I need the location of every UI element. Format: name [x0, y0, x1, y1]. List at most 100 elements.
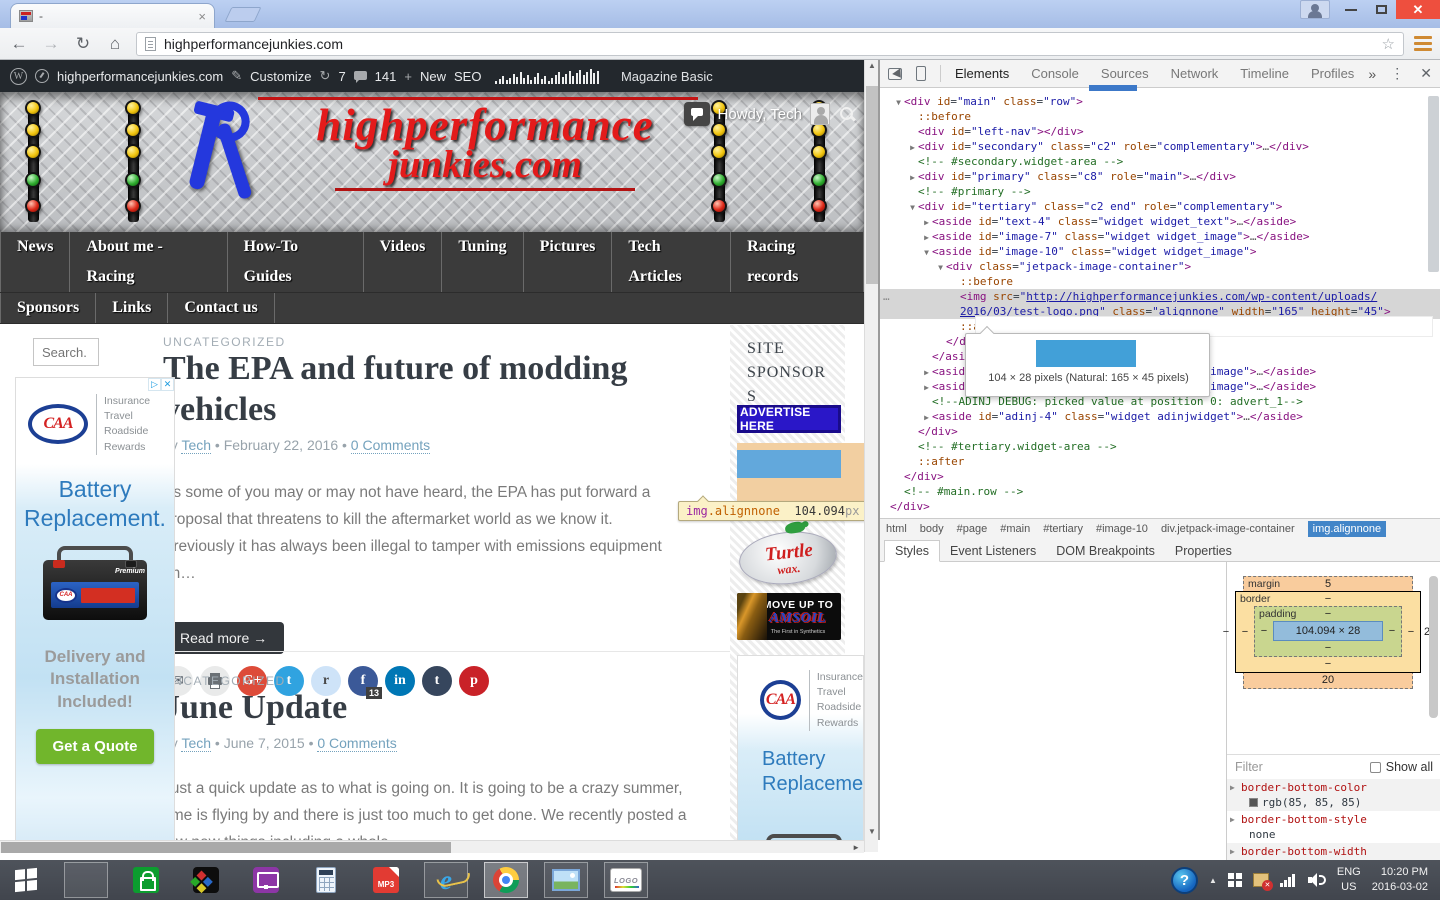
tab-profiles[interactable]: Profiles — [1311, 66, 1354, 81]
devtools-tree-line[interactable]: ▶<div id="secondary" class="c2" role="co… — [880, 139, 1440, 154]
get-a-quote-button[interactable]: Get a Quote — [36, 729, 154, 764]
dashboard-icon[interactable] — [35, 69, 49, 83]
nav-item-about-me-racing[interactable]: About me - Racing — [70, 232, 227, 292]
new-content-link[interactable]: New — [420, 69, 446, 84]
clock[interactable]: 10:20 PM2016-03-02 — [1372, 865, 1428, 895]
border-left-value[interactable]: − — [1239, 626, 1251, 638]
taskbar-cast-button[interactable] — [244, 862, 288, 898]
tab-network[interactable]: Network — [1171, 66, 1219, 81]
taskbar-mp3-button[interactable]: MP3 — [364, 862, 408, 898]
caa-ad-left[interactable]: ▷ ✕ CAA InsuranceTravelRoadsideRewards B… — [15, 377, 175, 840]
taskbar-photos-button[interactable] — [544, 862, 588, 898]
taskbar-logo-button[interactable]: LOGO — [604, 862, 648, 898]
back-button[interactable]: ← — [8, 34, 30, 54]
content-size[interactable]: 104.094 × 28 — [1273, 621, 1383, 641]
scroll-down-icon[interactable]: ▼ — [865, 826, 879, 838]
taskbar-store-button[interactable] — [124, 862, 168, 898]
disclosure-closed-icon[interactable]: ▶ — [921, 230, 932, 245]
caa-ad-right[interactable]: CAA InsuranceTravelRoadsideRewards Batte… — [737, 655, 864, 840]
border-right-value[interactable]: − — [1405, 626, 1417, 638]
close-button[interactable]: ✕ — [1396, 0, 1440, 19]
disclosure-closed-icon[interactable]: ▶ — [1230, 780, 1235, 795]
device-mode-icon[interactable] — [916, 66, 926, 81]
user-avatar[interactable] — [810, 103, 830, 125]
devtools-tree-line[interactable]: </div> — [880, 424, 1440, 439]
disclosure-open-icon[interactable]: ▼ — [921, 245, 932, 260]
scroll-up-icon[interactable]: ▲ — [865, 60, 879, 72]
forward-button[interactable]: → — [40, 34, 62, 54]
post-category[interactable]: UNCATEGORIZED — [163, 674, 715, 688]
nav-item-videos[interactable]: Videos — [364, 232, 443, 292]
wordpress-icon[interactable]: W — [10, 68, 27, 85]
margin-left-value[interactable]: − — [1220, 626, 1232, 638]
devtools-tree-line[interactable]: </div> — [880, 499, 1440, 514]
property-name[interactable]: ▶border-bottom-style — [1227, 812, 1440, 827]
customize-link[interactable]: Customize — [250, 69, 311, 84]
inspect-element-icon[interactable] — [888, 68, 902, 80]
devtools-tree-line[interactable]: <!-- #tertiary.widget-area --> — [880, 439, 1440, 454]
post-title[interactable]: The EPA and future of modding vehicles — [163, 349, 715, 431]
devtools-tree-line[interactable]: ▶<aside id="adinj-4" class="widget adinj… — [880, 409, 1440, 424]
devtools-tree-line[interactable]: <div id="left-nav"></div> — [880, 124, 1440, 139]
devtools-tree-scrollbar-thumb[interactable] — [1428, 96, 1439, 272]
theme-name[interactable]: Magazine Basic — [621, 69, 713, 84]
nav-item-pictures[interactable]: Pictures — [524, 232, 613, 292]
devtools-tree-line[interactable]: ::before — [880, 274, 1440, 289]
taskbar-file-explorer-button[interactable] — [64, 862, 108, 898]
devtools-tree-line[interactable]: ▼<div id="main" class="row"> — [880, 94, 1440, 109]
header-comments-icon[interactable] — [684, 102, 710, 126]
devtools-tree-line[interactable]: </div> — [880, 469, 1440, 484]
devtools-tree-line[interactable]: <!-- #secondary.widget-area --> — [880, 154, 1440, 169]
devtools-tree-line[interactable]: <!-- #main.row --> — [880, 484, 1440, 499]
nav-item-tuning[interactable]: Tuning — [442, 232, 523, 292]
disclosure-closed-icon[interactable]: ▶ — [1230, 812, 1235, 827]
tab-close-icon[interactable]: × — [198, 10, 206, 23]
sidetab-dom-breakpoints[interactable]: DOM Breakpoints — [1046, 541, 1165, 561]
read-more-button[interactable]: Read more → — [163, 622, 284, 654]
disclosure-closed-icon[interactable]: ▶ — [921, 215, 932, 230]
howdy-greeting[interactable]: Howdy, Tech — [718, 106, 803, 123]
comments-count[interactable]: 141 — [375, 69, 397, 84]
property-name[interactable]: ▶border-bottom-color — [1227, 780, 1440, 795]
padding-bottom-value[interactable]: − — [1258, 642, 1398, 654]
devtools-tree-line[interactable]: ▼<div id="tertiary" class="c2 end" role=… — [880, 199, 1440, 214]
computed-property[interactable]: ▶border-bottom-colorrgb(85, 85, 85) — [1227, 779, 1440, 811]
crumb--tertiary[interactable]: #tertiary — [1043, 523, 1083, 535]
padding-right-value[interactable]: − — [1386, 625, 1398, 637]
browser-tab[interactable]: - × — [10, 3, 215, 28]
tab-sources[interactable]: Sources — [1101, 66, 1149, 81]
disclosure-closed-icon[interactable]: ▶ — [907, 140, 918, 155]
reload-button[interactable]: ↻ — [72, 34, 94, 54]
comments-link[interactable]: 0 Comments — [351, 437, 430, 454]
nav-item-racing-records[interactable]: Racing records — [731, 232, 864, 292]
more-tabs-icon[interactable]: » — [1368, 66, 1376, 82]
url-text[interactable]: highperformancejunkies.com — [164, 36, 1374, 52]
windows-tray-icon[interactable] — [1228, 873, 1242, 887]
computed-property[interactable]: ▶border-bottom-width — [1227, 843, 1440, 860]
property-name[interactable]: ▶border-bottom-width — [1227, 844, 1440, 859]
search-input[interactable] — [33, 338, 99, 366]
crumb-body[interactable]: body — [920, 523, 944, 535]
tab-elements[interactable]: Elements — [955, 66, 1009, 81]
disclosure-closed-icon[interactable]: ▶ — [921, 365, 932, 380]
crumb-img-alignnone[interactable]: img.alignnone — [1308, 521, 1387, 537]
scroll-right-icon[interactable]: ► — [852, 841, 860, 854]
taskbar-start-button[interactable] — [4, 862, 48, 898]
nav-item-tech-articles[interactable]: Tech Articles — [612, 232, 731, 292]
show-all-checkbox[interactable] — [1370, 762, 1381, 773]
devtools-tree-line[interactable]: <!-- #primary --> — [880, 184, 1440, 199]
alert-tray-icon[interactable] — [1253, 873, 1269, 887]
address-bar[interactable]: highperformancejunkies.com ☆ — [136, 32, 1404, 56]
updates-count[interactable]: 7 — [338, 69, 345, 84]
crumb-html[interactable]: html — [886, 523, 907, 535]
taskbar-ie-button[interactable]: e — [424, 862, 468, 898]
page-vertical-scrollbar[interactable]: ▲ ▼ — [864, 60, 878, 852]
devtools-tree-line[interactable]: ▼<div class="jetpack-image-container"> — [880, 259, 1440, 274]
nav-item-news[interactable]: News — [0, 232, 70, 292]
volume-icon[interactable] — [1308, 873, 1326, 887]
nav-item-contact-us[interactable]: Contact us — [168, 293, 274, 323]
language-indicator[interactable]: ENGUS — [1337, 865, 1361, 895]
crumb--image-10[interactable]: #image-10 — [1096, 523, 1148, 535]
border-bottom-value[interactable]: − — [1239, 658, 1417, 670]
turtle-wax-logo[interactable]: Turtle wax. — [737, 520, 841, 590]
